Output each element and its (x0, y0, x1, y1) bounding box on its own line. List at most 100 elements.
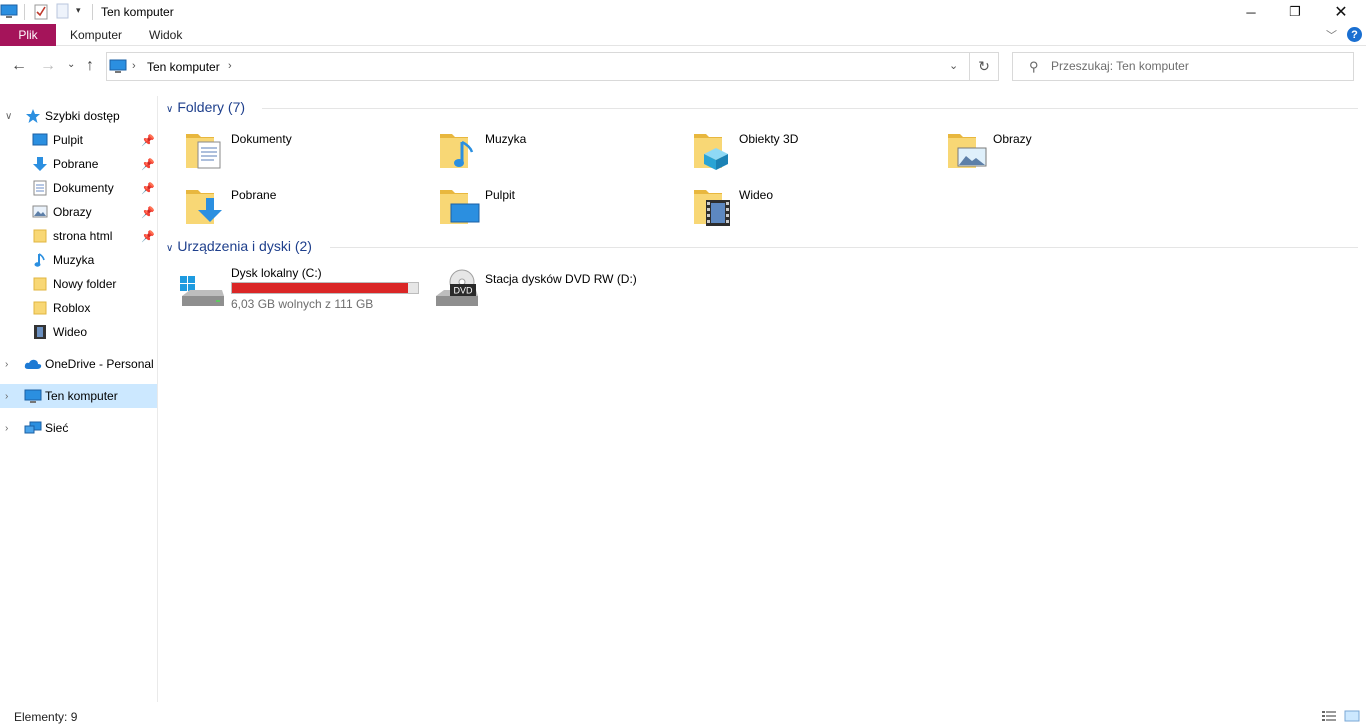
sidebar-item-label: Szybki dostęp (45, 109, 120, 123)
folder-tile-muzyka[interactable]: Muzyka (438, 128, 688, 180)
group-title: Foldery (7) (177, 99, 246, 115)
pin-icon[interactable]: 📌 (141, 230, 155, 243)
group-header-folders[interactable]: ∨ Foldery (7) (166, 99, 245, 115)
pin-icon[interactable]: 📌 (141, 182, 155, 195)
navigation-pane[interactable]: ∨ Szybki dostęp Pulpit 📌 Pobrane 📌 Dokum… (0, 96, 158, 702)
network-icon (24, 420, 42, 436)
sidebar-item-this-pc[interactable]: › Ten komputer (0, 384, 157, 408)
status-bar: Elementy: 9 (0, 706, 1366, 728)
details-view-icon[interactable] (1321, 710, 1337, 722)
help-icon[interactable]: ? (1347, 27, 1362, 42)
sidebar-item-pobrane[interactable]: Pobrane 📌 (0, 152, 157, 176)
sidebar-item-label: Nowy folder (53, 277, 117, 291)
tile-label: Muzyka (485, 132, 527, 146)
back-button[interactable]: ← (11, 57, 27, 75)
tile-label: Obrazy (993, 132, 1032, 146)
address-dropdown-icon[interactable]: ⌄ (949, 59, 958, 72)
sidebar-item-label: Wideo (53, 325, 88, 339)
breadcrumb-chevron-icon[interactable]: › (228, 60, 232, 72)
sidebar-item-strona-html[interactable]: strona html 📌 (0, 224, 157, 248)
group-header-devices[interactable]: ∨ Urządzenia i dyski (2) (166, 238, 312, 254)
drive-usage-bar (231, 282, 419, 294)
close-icon: ✕ (1334, 4, 1348, 21)
desktop-icon (31, 132, 49, 148)
drive-free-space: 6,03 GB wolnych z 111 GB (231, 297, 374, 311)
search-box[interactable]: ⚲ (1012, 52, 1354, 81)
tile-label: Obiekty 3D (739, 132, 799, 146)
restore-button[interactable]: ❐ (1272, 0, 1318, 24)
sidebar-item-label: Sieć (45, 421, 69, 435)
properties-icon[interactable] (33, 3, 49, 24)
large-icons-view-icon[interactable] (1344, 710, 1360, 722)
download-icon (31, 156, 49, 172)
sidebar-item-label: Muzyka (53, 253, 95, 267)
sidebar-item-pulpit[interactable]: Pulpit 📌 (0, 128, 157, 152)
search-input[interactable] (1051, 59, 1341, 73)
video-icon (31, 324, 49, 340)
sidebar-item-label: Obrazy (53, 205, 92, 219)
customize-qa-dropdown-icon[interactable]: ▾ (76, 5, 81, 16)
pin-icon[interactable]: 📌 (141, 134, 155, 147)
new-folder-icon[interactable] (56, 3, 70, 22)
tab-computer[interactable]: Komputer (70, 28, 122, 42)
sidebar-item-quick-access[interactable]: ∨ Szybki dostęp (0, 104, 157, 128)
separator (24, 4, 25, 20)
close-button[interactable]: ✕ (1318, 0, 1364, 24)
pin-icon[interactable]: 📌 (141, 158, 155, 171)
sidebar-item-dokumenty[interactable]: Dokumenty 📌 (0, 176, 157, 200)
chevron-down-icon[interactable]: ∨ (5, 111, 12, 122)
breadcrumb-item[interactable]: Ten komputer (147, 60, 220, 74)
chevron-right-icon[interactable]: › (5, 359, 8, 370)
sidebar-item-obrazy[interactable]: Obrazy 📌 (0, 200, 157, 224)
computer-icon (109, 58, 127, 77)
sidebar-item-wideo[interactable]: Wideo (0, 320, 157, 344)
pictures-folder-icon (946, 128, 990, 172)
folder-tile-obiekty-3d[interactable]: Obiekty 3D (692, 128, 942, 180)
sidebar-item-nowy-folder[interactable]: Nowy folder (0, 272, 157, 296)
forward-button[interactable]: → (40, 57, 56, 75)
tile-label: Pulpit (485, 188, 516, 202)
videos-folder-icon (692, 184, 736, 228)
downloads-folder-icon (184, 184, 228, 228)
expand-ribbon-icon[interactable]: ﹀ (1326, 27, 1337, 43)
sidebar-item-onedrive[interactable]: › OneDrive - Personal (0, 352, 157, 376)
tile-label: Dokumenty (231, 132, 292, 146)
3d-objects-folder-icon (692, 128, 736, 172)
folder-tile-obrazy[interactable]: Obrazy (946, 128, 1196, 180)
folder-tile-pulpit[interactable]: Pulpit (438, 184, 688, 236)
computer-icon (0, 3, 18, 22)
separator (92, 4, 93, 20)
divider (262, 108, 1358, 109)
minimize-button[interactable]: ─ (1228, 0, 1274, 24)
breadcrumb-chevron-icon[interactable]: › (132, 60, 136, 72)
sidebar-item-label: Roblox (53, 301, 91, 315)
chevron-right-icon[interactable]: › (5, 391, 8, 402)
up-button[interactable]: ↑ (86, 57, 94, 75)
chevron-down-icon[interactable]: ∨ (166, 243, 173, 254)
folder-icon (31, 228, 49, 244)
group-title: Urządzenia i dyski (2) (177, 238, 312, 254)
sidebar-item-label: Pobrane (53, 157, 99, 171)
folder-tile-pobrane[interactable]: Pobrane (184, 184, 434, 236)
local-disk-icon (178, 266, 224, 310)
forward-arrow-icon: → (40, 57, 56, 74)
star-icon (24, 108, 42, 124)
chevron-down-icon[interactable]: ∨ (166, 104, 173, 115)
folder-tile-dokumenty[interactable]: Dokumenty (184, 128, 434, 180)
address-bar[interactable]: › Ten komputer › ⌄ (106, 52, 970, 81)
refresh-icon: ↻ (978, 58, 990, 74)
chevron-right-icon[interactable]: › (5, 423, 8, 434)
minimize-icon: ─ (1246, 4, 1256, 20)
onedrive-icon (24, 356, 42, 372)
folder-tile-wideo[interactable]: Wideo (692, 184, 942, 236)
drive-label: Stacja dysków DVD RW (D:) (485, 272, 637, 286)
sidebar-item-network[interactable]: › Sieć (0, 416, 157, 440)
pin-icon[interactable]: 📌 (141, 206, 155, 219)
tab-file[interactable]: Plik (0, 24, 56, 46)
dvd-badge-text: DVD (453, 286, 473, 296)
tab-view[interactable]: Widok (149, 28, 182, 42)
sidebar-item-roblox[interactable]: Roblox (0, 296, 157, 320)
sidebar-item-muzyka[interactable]: Muzyka (0, 248, 157, 272)
refresh-button[interactable]: ↻ (969, 52, 999, 81)
recent-locations-button[interactable]: ⌄ (67, 59, 75, 70)
